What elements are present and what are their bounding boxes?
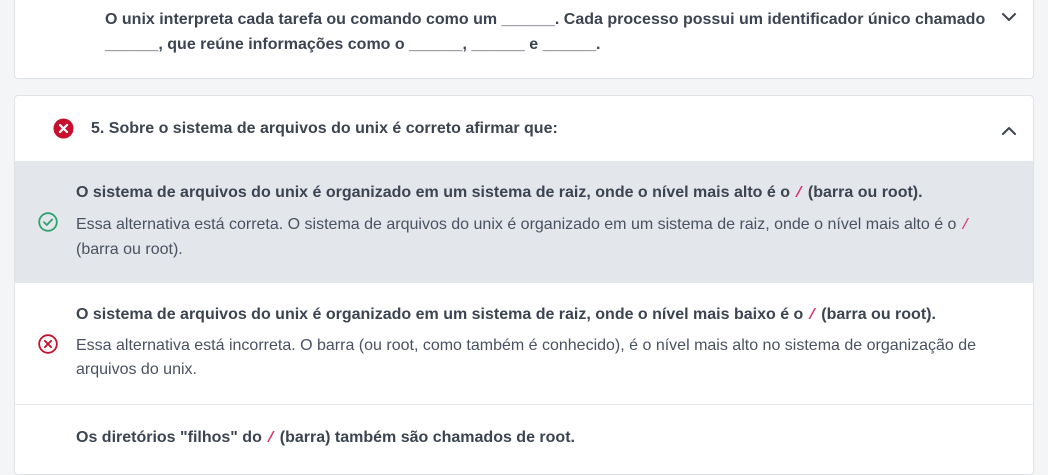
alternative-title: O sistema de arquivos do unix é organiza… xyxy=(76,306,936,324)
x-circle-outline-icon xyxy=(38,334,58,354)
feedback-line-1: Essa alternativa está correta. O sistema… xyxy=(76,216,970,234)
question-5-card: 5. Sobre o sistema de arquivos do unix é… xyxy=(14,95,1034,475)
feedback-line-2: (barra ou root). xyxy=(76,241,183,258)
x-circle-filled-icon xyxy=(53,118,74,139)
alternative-title: Os diretórios "filhos" do / (barra) tamb… xyxy=(76,429,575,447)
alternative-correct[interactable]: O sistema de arquivos do unix é organiza… xyxy=(15,161,1033,282)
question-header[interactable]: 5. Sobre o sistema de arquivos do unix é… xyxy=(15,96,1033,161)
check-circle-outline-icon xyxy=(38,212,58,232)
alternative-feedback: Essa alternativa está incorreta. O barra… xyxy=(76,334,996,382)
alternative-title: O sistema de arquivos do unix é organiza… xyxy=(76,184,923,202)
alternative-neutral[interactable]: Os diretórios "filhos" do / (barra) tamb… xyxy=(15,404,1033,474)
question-title: 5. Sobre o sistema de arquivos do unix é… xyxy=(91,120,558,137)
feedback-line-1: Essa alternativa está incorreta. O barra… xyxy=(76,337,977,354)
chevron-down-icon[interactable] xyxy=(1001,9,1017,21)
code-slash: / xyxy=(794,185,804,202)
code-slash: / xyxy=(807,307,817,324)
code-slash: / xyxy=(960,217,970,234)
alternative-feedback: Essa alternativa está correta. O sistema… xyxy=(76,213,996,262)
code-slash: / xyxy=(266,430,276,447)
previous-question-text: O unix interpreta cada tarefa ou comando… xyxy=(105,7,1005,57)
previous-question-card: O unix interpreta cada tarefa ou comando… xyxy=(14,0,1034,79)
feedback-line-2: arquivos do unix. xyxy=(76,361,197,378)
chevron-up-icon[interactable] xyxy=(1001,123,1017,135)
previous-question-line-1: O unix interpreta cada tarefa ou comando… xyxy=(105,11,986,28)
alternative-incorrect[interactable]: O sistema de arquivos do unix é organiza… xyxy=(15,282,1033,404)
previous-question-line-2: ______, que reúne informações como o ___… xyxy=(105,36,601,53)
